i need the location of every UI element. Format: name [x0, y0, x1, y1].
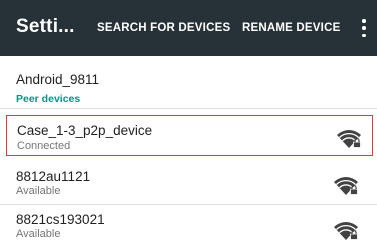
peer-device-row[interactable]: 8812au1121 Available	[0, 160, 377, 206]
peer-device-row[interactable]: Case_1-3_p2p_device Connected	[6, 115, 373, 156]
peer-device-name: 8812au1121	[16, 169, 91, 184]
peer-device-name: 8821cs193021	[16, 212, 105, 227]
peer-device-status: Connected	[17, 140, 71, 152]
this-device-name[interactable]: Android_9811	[16, 72, 99, 87]
rename-device-button[interactable]: RENAME DEVICE	[242, 22, 340, 34]
peer-device-status: Available	[16, 185, 61, 197]
peer-device-status: Available	[16, 228, 61, 240]
divider	[0, 108, 377, 109]
wifi-lock-icon	[334, 177, 358, 195]
peer-device-name: Case_1-3_p2p_device	[17, 123, 153, 138]
peer-devices-header: Peer devices	[16, 93, 81, 105]
peer-device-row[interactable]: 8821cs193021 Available	[0, 206, 377, 252]
page-title: Setti...	[16, 16, 75, 37]
overflow-menu-icon[interactable]	[359, 19, 369, 37]
wifi-lock-icon	[337, 130, 361, 148]
wifi-lock-icon	[334, 222, 358, 240]
divider	[0, 204, 377, 205]
app-bar: Setti... SEARCH FOR DEVICES RENAME DEVIC…	[0, 0, 377, 56]
search-for-devices-button[interactable]: SEARCH FOR DEVICES	[97, 22, 230, 34]
